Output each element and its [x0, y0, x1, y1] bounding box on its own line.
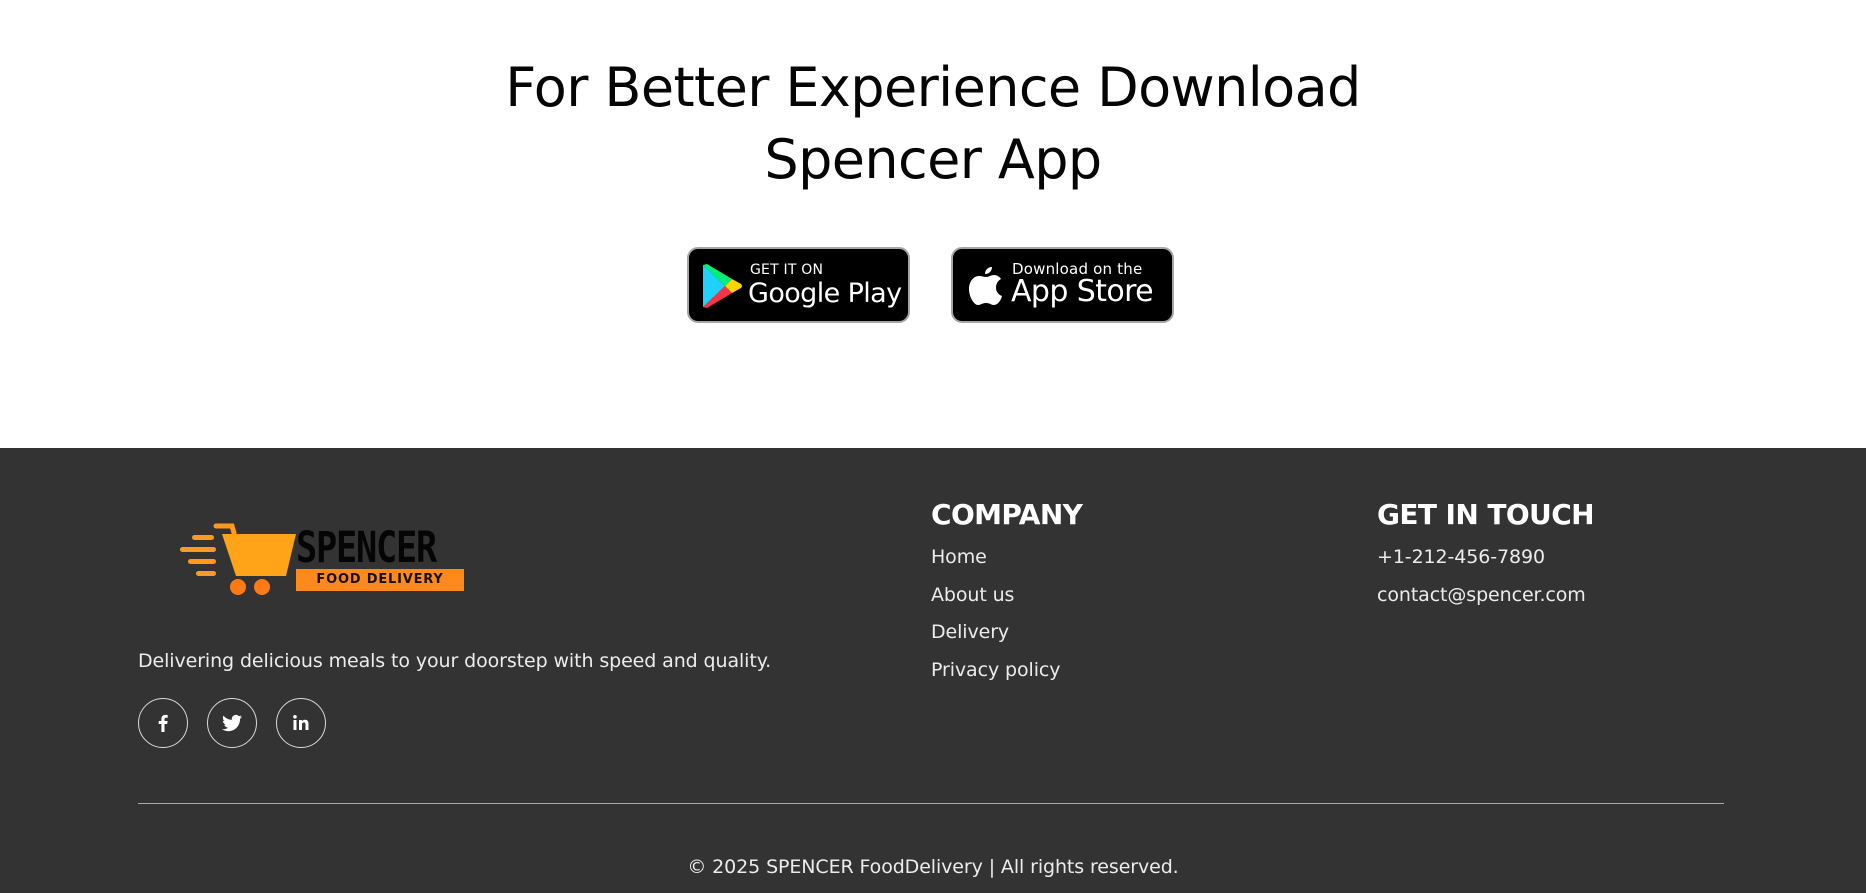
download-heading-line2: Spencer App	[764, 128, 1102, 191]
download-heading: For Better Experience Download Spencer A…	[0, 52, 1866, 196]
footer-link-about-us[interactable]: About us	[931, 583, 1082, 607]
contact-heading: GET IN TOUCH	[1377, 498, 1595, 531]
footer-link-home[interactable]: Home	[931, 545, 1082, 569]
footer-tagline: Delivering delicious meals to your doors…	[138, 650, 772, 672]
app-download-section: For Better Experience Download Spencer A…	[0, 0, 1866, 448]
linkedin-icon	[293, 715, 309, 730]
facebook-icon	[158, 714, 168, 732]
linkedin-button[interactable]	[276, 698, 326, 748]
app-store-big-text: App Store	[1011, 274, 1154, 309]
logo-wordmark: SPENCER	[296, 523, 437, 573]
google-play-big-text: Google Play	[748, 278, 902, 309]
google-play-icon	[703, 264, 742, 308]
facebook-button[interactable]	[138, 698, 188, 748]
delivery-cart-icon	[180, 523, 296, 595]
contact-phone[interactable]: +1-212-456-7890	[1377, 545, 1594, 569]
download-heading-line1: For Better Experience Download	[505, 56, 1361, 119]
company-heading: COMPANY	[931, 498, 1083, 531]
google-play-small-text: GET IT ON	[750, 262, 824, 278]
apple-icon	[969, 267, 1002, 305]
twitter-icon	[222, 714, 242, 732]
footer-divider	[138, 803, 1724, 804]
twitter-button[interactable]	[207, 698, 257, 748]
site-footer: SPENCER FOOD DELIVERY Delivering delicio…	[0, 448, 1866, 893]
copyright-text: © 2025 SPENCER FoodDelivery | All rights…	[687, 856, 1179, 878]
google-play-button[interactable]: GET IT ON Google Play	[687, 247, 910, 323]
contact-email[interactable]: contact@spencer.com	[1377, 583, 1594, 607]
footer-link-privacy-policy[interactable]: Privacy policy	[931, 658, 1082, 682]
footer-link-delivery[interactable]: Delivery	[931, 620, 1082, 644]
company-column: COMPANY Home About us Delivery Privacy p…	[931, 497, 1083, 695]
social-links	[138, 698, 326, 748]
contact-column: GET IN TOUCH +1-212-456-7890 contact@spe…	[1377, 497, 1595, 620]
brand-logo[interactable]: SPENCER FOOD DELIVERY	[178, 523, 464, 597]
logo-tagline: FOOD DELIVERY	[296, 569, 464, 591]
app-store-button[interactable]: Download on the App Store	[951, 247, 1174, 323]
